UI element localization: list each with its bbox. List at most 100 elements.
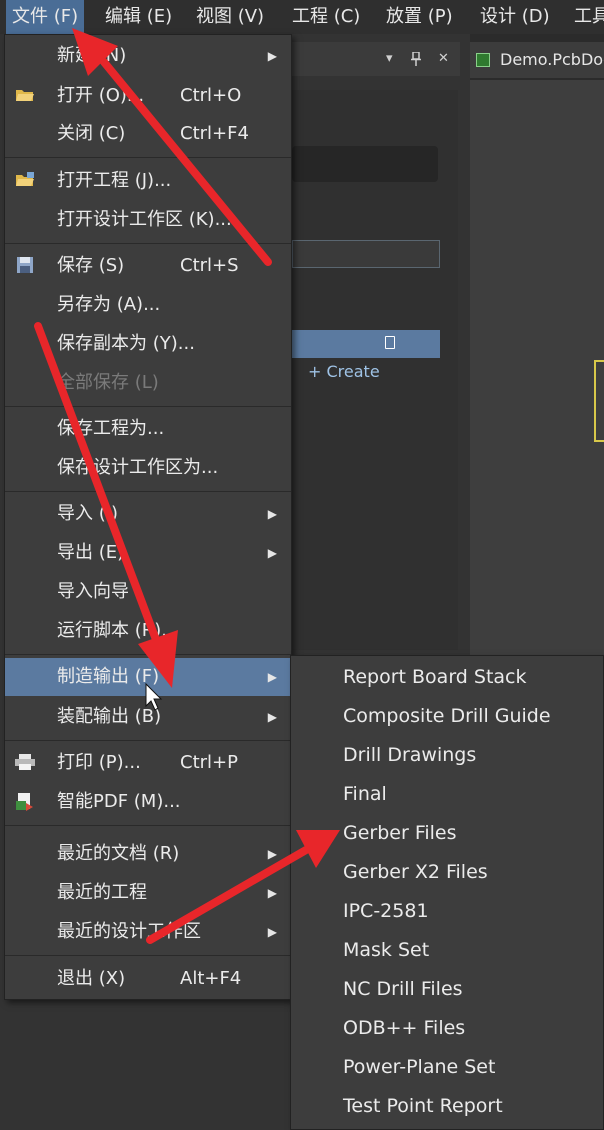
submenu-arrow-icon: ▶ bbox=[267, 886, 277, 900]
panel-close-icon[interactable]: ✕ bbox=[438, 42, 449, 76]
menu-item-open[interactable]: 打开 (O)... Ctrl+O bbox=[5, 77, 291, 115]
board-outline bbox=[594, 360, 604, 442]
panel-pin-icon[interactable] bbox=[410, 42, 422, 76]
menu-item-recent-documents[interactable]: 最近的文档 (R) ▶ bbox=[5, 835, 291, 873]
menu-item-exit[interactable]: 退出 (X) Alt+F4 bbox=[5, 960, 291, 998]
menu-item-smart-pdf[interactable]: 智能PDF (M)... bbox=[5, 783, 291, 821]
menu-design[interactable]: 设计 (D) bbox=[474, 0, 556, 34]
submenu-item-label: ODB++ Files bbox=[343, 1017, 466, 1039]
menu-item-assembly-outputs[interactable]: 装配输出 (B) ▶ bbox=[5, 698, 291, 736]
menu-file[interactable]: 文件 (F) bbox=[6, 0, 85, 34]
submenu-item-label: NC Drill Files bbox=[343, 978, 463, 1000]
menu-item-label: 导入向导 bbox=[57, 581, 129, 602]
menu-item-import-wizard[interactable]: 导入向导 bbox=[5, 573, 291, 611]
submenu-item-ipc-2581[interactable]: IPC-2581 bbox=[291, 892, 603, 931]
submenu-item-gerber-files[interactable]: Gerber Files bbox=[291, 814, 603, 853]
menu-item-import[interactable]: 导入 (I) ▶ bbox=[5, 495, 291, 533]
menu-item-run-script[interactable]: 运行脚本 (R)... bbox=[5, 612, 291, 650]
panel-selected-row[interactable] bbox=[292, 330, 440, 358]
menu-item-label: 打开工程 (J)... bbox=[57, 170, 172, 191]
menu-item-shortcut: Ctrl+S bbox=[180, 255, 239, 276]
fabrication-outputs-submenu: Report Board Stack Composite Drill Guide… bbox=[290, 655, 604, 1130]
menu-tools[interactable]: 工具 bbox=[568, 0, 604, 34]
menu-view[interactable]: 视图 (V) bbox=[190, 0, 270, 34]
submenu-item-report-board-stack[interactable]: Report Board Stack bbox=[291, 658, 603, 697]
menu-item-export[interactable]: 导出 (E) ▶ bbox=[5, 534, 291, 572]
menu-item-save-as[interactable]: 另存为 (A)... bbox=[5, 286, 291, 324]
menu-item-label: 智能PDF (M)... bbox=[57, 791, 181, 812]
menu-item-close[interactable]: 关闭 (C) Ctrl+F4 bbox=[5, 115, 291, 153]
submenu-item-label: Report Board Stack bbox=[343, 666, 527, 688]
submenu-item-final[interactable]: Final bbox=[291, 775, 603, 814]
menu-item-label: 装配输出 (B) bbox=[57, 706, 162, 727]
menu-item-label: 运行脚本 (R)... bbox=[57, 620, 179, 641]
submenu-item-gerber-x2-files[interactable]: Gerber X2 Files bbox=[291, 853, 603, 892]
submenu-arrow-icon: ▶ bbox=[267, 507, 277, 521]
menu-item-save-project-as[interactable]: 保存工程为... bbox=[5, 410, 291, 448]
submenu-item-label: Mask Set bbox=[343, 939, 430, 961]
menu-item-label: 关闭 (C) bbox=[57, 123, 126, 144]
submenu-item-mask-set[interactable]: Mask Set bbox=[291, 931, 603, 970]
menu-separator bbox=[5, 740, 291, 741]
menu-separator bbox=[5, 491, 291, 492]
submenu-item-label: Gerber X2 Files bbox=[343, 861, 488, 883]
menu-item-label: 打印 (P)... bbox=[57, 752, 141, 773]
tab-demo-pcbdoc[interactable]: Demo.PcbDoc bbox=[470, 42, 604, 80]
menu-separator bbox=[5, 406, 291, 407]
open-project-icon bbox=[15, 172, 35, 190]
submenu-item-power-plane-set[interactable]: Power-Plane Set bbox=[291, 1048, 603, 1087]
create-link[interactable]: + Create bbox=[308, 362, 380, 381]
menu-item-shortcut: Ctrl+O bbox=[180, 85, 242, 106]
submenu-item-label: Gerber Files bbox=[343, 822, 457, 844]
menu-item-save[interactable]: 保存 (S) Ctrl+S bbox=[5, 247, 291, 285]
menu-item-label: 保存副本为 (Y)... bbox=[57, 333, 195, 354]
submenu-item-test-point-report[interactable]: Test Point Report bbox=[291, 1087, 603, 1126]
menu-item-save-workspace-as[interactable]: 保存设计工作区为... bbox=[5, 449, 291, 487]
menu-item-label: 打开设计工作区 (K)... bbox=[57, 209, 232, 230]
menu-item-label: 保存 (S) bbox=[57, 255, 125, 276]
menu-separator bbox=[5, 955, 291, 956]
save-icon bbox=[15, 257, 35, 275]
submenu-item-label: Drill Drawings bbox=[343, 744, 477, 766]
panel-filter-input[interactable] bbox=[292, 240, 440, 268]
menu-project[interactable]: 工程 (C) bbox=[286, 0, 366, 34]
submenu-item-label: IPC-2581 bbox=[343, 900, 429, 922]
menu-item-print[interactable]: 打印 (P)... Ctrl+P bbox=[5, 744, 291, 782]
menu-separator bbox=[5, 157, 291, 158]
submenu-item-drill-drawings[interactable]: Drill Drawings bbox=[291, 736, 603, 775]
menu-item-fabrication-outputs[interactable]: 制造输出 (F) ▶ bbox=[5, 658, 291, 696]
panel-dropdown-icon[interactable]: ▾ bbox=[386, 42, 393, 76]
menu-item-open-workspace[interactable]: 打开设计工作区 (K)... bbox=[5, 201, 291, 239]
menu-item-open-project[interactable]: 打开工程 (J)... bbox=[5, 162, 291, 200]
menu-item-label: 另存为 (A)... bbox=[57, 294, 161, 315]
panel-search-input[interactable] bbox=[292, 146, 438, 182]
menu-item-label: 新建 (N) bbox=[57, 45, 127, 66]
menu-item-label: 制造输出 (F) bbox=[57, 666, 160, 687]
menu-item-label: 最近的文档 (R) bbox=[57, 843, 180, 864]
submenu-arrow-icon: ▶ bbox=[267, 847, 277, 861]
submenu-item-composite-drill-guide[interactable]: Composite Drill Guide bbox=[291, 697, 603, 736]
printer-icon bbox=[15, 754, 35, 772]
menu-item-label: 导入 (I) bbox=[57, 503, 119, 524]
submenu-arrow-icon: ▶ bbox=[267, 49, 277, 63]
pcb-canvas[interactable] bbox=[470, 80, 604, 655]
menu-item-save-copy-as[interactable]: 保存副本为 (Y)... bbox=[5, 325, 291, 363]
submenu-item-odb-files[interactable]: ODB++ Files bbox=[291, 1009, 603, 1048]
menu-item-label: 全部保存 (L) bbox=[57, 372, 159, 393]
submenu-item-label: Final bbox=[343, 783, 387, 805]
menu-item-new[interactable]: 新建 (N) ▶ bbox=[5, 37, 291, 75]
menu-item-label: 最近的设计工作区 bbox=[57, 921, 201, 942]
menu-item-shortcut: Ctrl+F4 bbox=[180, 123, 249, 144]
menu-place[interactable]: 放置 (P) bbox=[380, 0, 459, 34]
submenu-item-label: Test Point Report bbox=[343, 1095, 503, 1117]
submenu-arrow-icon: ▶ bbox=[267, 925, 277, 939]
menubar: 文件 (F) 编辑 (E) 视图 (V) 工程 (C) 放置 (P) 设计 (D… bbox=[0, 0, 604, 34]
menu-item-shortcut: Ctrl+P bbox=[180, 752, 238, 773]
menu-item-recent-projects[interactable]: 最近的工程 ▶ bbox=[5, 874, 291, 912]
menu-separator bbox=[5, 243, 291, 244]
menu-edit[interactable]: 编辑 (E) bbox=[99, 0, 178, 34]
file-menu: 新建 (N) ▶ 打开 (O)... Ctrl+O 关闭 (C) Ctrl+F4… bbox=[4, 34, 292, 1000]
submenu-item-nc-drill-files[interactable]: NC Drill Files bbox=[291, 970, 603, 1009]
menu-item-recent-workspaces[interactable]: 最近的设计工作区 ▶ bbox=[5, 913, 291, 951]
menu-item-label: 打开 (O)... bbox=[57, 85, 145, 106]
